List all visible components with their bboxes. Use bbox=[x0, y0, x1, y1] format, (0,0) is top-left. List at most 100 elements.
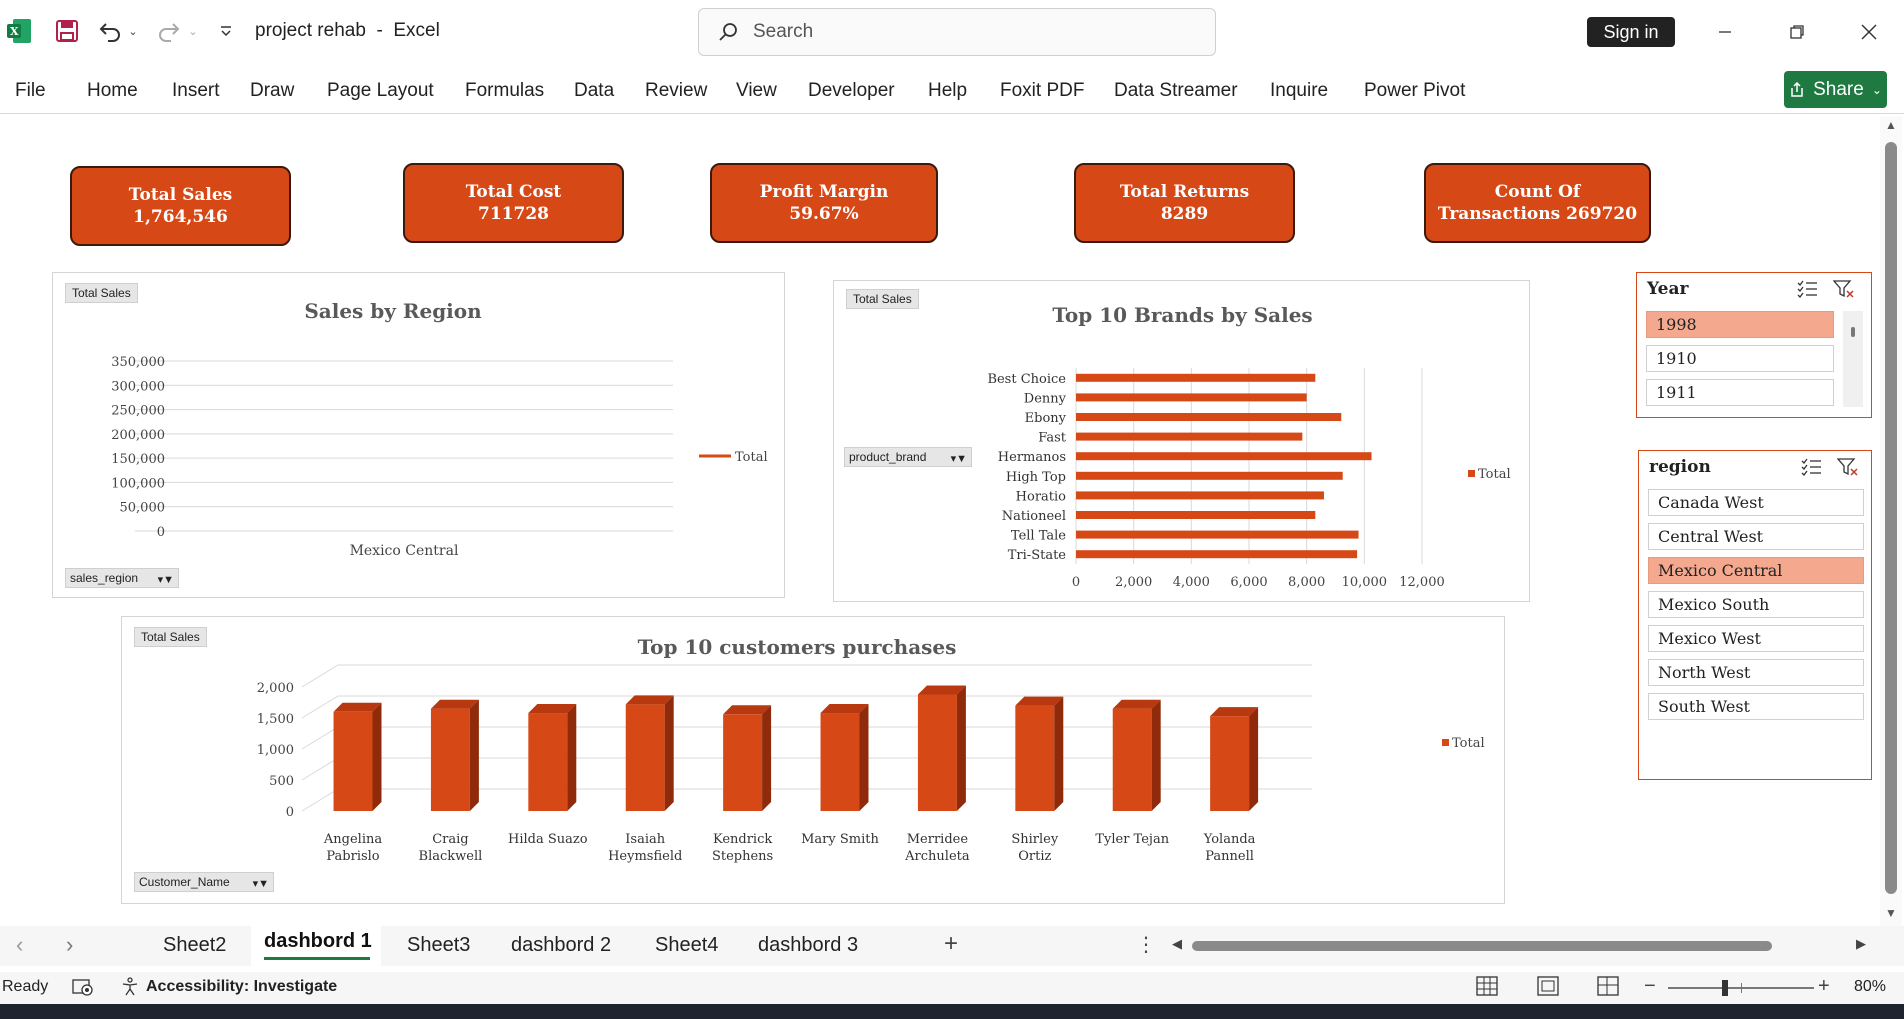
add-sheet-icon[interactable]: + bbox=[944, 930, 958, 958]
x-tick-label: 2,000 bbox=[1115, 575, 1152, 590]
slicer-item-1911[interactable]: 1911 bbox=[1646, 379, 1834, 406]
year-slicer[interactable]: Year 1998 1910 1911 bbox=[1636, 272, 1872, 418]
zoom-slider[interactable] bbox=[1668, 980, 1814, 996]
menu-page-layout[interactable]: Page Layout bbox=[327, 80, 434, 102]
menu-developer[interactable]: Developer bbox=[808, 80, 895, 102]
scroll-thumb[interactable] bbox=[1885, 142, 1897, 894]
clear-filter-icon[interactable] bbox=[1832, 279, 1857, 301]
zoom-in-icon[interactable]: + bbox=[1818, 975, 1830, 998]
zoom-out-icon[interactable]: − bbox=[1644, 975, 1656, 998]
sheet-tab-dashbord-3[interactable]: dashbord 3 bbox=[758, 934, 858, 957]
slicer-item-mexico-west[interactable]: Mexico West bbox=[1648, 625, 1864, 652]
menu-view[interactable]: View bbox=[736, 80, 777, 102]
zoom-slider-thumb[interactable] bbox=[1722, 980, 1728, 996]
undo-dropdown-icon[interactable]: ⌄ bbox=[126, 22, 140, 40]
menu-inquire[interactable]: Inquire bbox=[1270, 80, 1328, 102]
bar-side bbox=[859, 704, 869, 811]
slicer-item-mexico-central[interactable]: Mexico Central bbox=[1648, 557, 1864, 584]
x-tick-label: Heymsfield bbox=[608, 849, 682, 864]
share-label: Share bbox=[1813, 78, 1864, 100]
menu-formulas[interactable]: Formulas bbox=[465, 80, 544, 102]
menu-home[interactable]: Home bbox=[87, 80, 138, 102]
slicer-item-south-west[interactable]: South West bbox=[1648, 693, 1864, 720]
slicer-item-canada-west[interactable]: Canada West bbox=[1648, 489, 1864, 516]
app-name: Excel bbox=[393, 20, 440, 41]
scroll-thumb[interactable] bbox=[1851, 327, 1855, 337]
bar-side bbox=[1054, 696, 1064, 811]
scroll-thumb[interactable] bbox=[1192, 941, 1772, 951]
slicer-item-central-west[interactable]: Central West bbox=[1648, 523, 1864, 550]
region-slicer[interactable]: region Canada West Central West Mexico C… bbox=[1638, 450, 1872, 780]
horizontal-scrollbar[interactable]: ◀ ▶ bbox=[1170, 934, 1870, 958]
axis-field-dropdown[interactable]: Customer_Name ▾▼ bbox=[134, 872, 274, 892]
top-customers-chart[interactable]: Total Sales Top 10 customers purchases 2… bbox=[121, 616, 1505, 904]
undo-icon[interactable] bbox=[96, 16, 124, 46]
bar bbox=[528, 713, 568, 811]
bar bbox=[1076, 471, 1343, 480]
customers-plot: 2,000 1,500 1,000 500 0 Angelina Pabrislo Craig… bbox=[257, 664, 1485, 864]
menu-insert[interactable]: Insert bbox=[172, 80, 220, 102]
scroll-right-icon[interactable]: ▶ bbox=[1856, 936, 1866, 952]
sheet-tab-dashbord-1[interactable]: dashbord 1 bbox=[264, 930, 372, 953]
minimize-icon[interactable] bbox=[1705, 12, 1745, 52]
page-break-view-icon[interactable] bbox=[1597, 976, 1619, 1001]
sheet-tab-sheet4[interactable]: Sheet4 bbox=[655, 934, 718, 957]
sheet-tab-sheet3[interactable]: Sheet3 bbox=[407, 934, 470, 957]
bar bbox=[1076, 432, 1303, 441]
scroll-left-icon[interactable]: ◀ bbox=[1172, 936, 1182, 952]
sign-in-button[interactable]: Sign in bbox=[1587, 17, 1675, 47]
close-icon[interactable] bbox=[1849, 12, 1889, 52]
slicer-item-mexico-south[interactable]: Mexico South bbox=[1648, 591, 1864, 618]
search-input[interactable]: Search bbox=[698, 8, 1216, 56]
slicer-item-north-west[interactable]: North West bbox=[1648, 659, 1864, 686]
multi-select-icon[interactable] bbox=[1797, 279, 1821, 301]
zoom-level[interactable]: 80% bbox=[1854, 978, 1886, 996]
menu-foxit-pdf[interactable]: Foxit PDF bbox=[1000, 80, 1084, 102]
accessibility-status[interactable]: Accessibility: Investigate bbox=[146, 978, 337, 996]
menu-file[interactable]: File bbox=[15, 80, 46, 102]
restore-icon[interactable] bbox=[1777, 12, 1817, 52]
slicer-item-1910[interactable]: 1910 bbox=[1646, 345, 1834, 372]
slicer-scrollbar[interactable] bbox=[1843, 311, 1863, 407]
macro-recorder-icon[interactable] bbox=[72, 977, 94, 1002]
menu-data-streamer[interactable]: Data Streamer bbox=[1114, 80, 1238, 102]
y-tick-label: 300,000 bbox=[111, 379, 165, 394]
axis-field-dropdown[interactable]: sales_region ▾▼ bbox=[65, 568, 179, 588]
sheet-tab-dashbord-2[interactable]: dashbord 2 bbox=[511, 934, 611, 957]
bar bbox=[1076, 393, 1307, 402]
redo-icon[interactable] bbox=[155, 16, 183, 46]
x-tick-label: 10,000 bbox=[1342, 575, 1388, 590]
normal-view-icon[interactable] bbox=[1476, 976, 1498, 1001]
axis-field-dropdown[interactable]: product_brand ▾▼ bbox=[844, 447, 972, 467]
menu-data[interactable]: Data bbox=[574, 80, 614, 102]
next-sheet-icon[interactable]: › bbox=[66, 932, 73, 958]
scroll-up-icon[interactable]: ▲ bbox=[1885, 118, 1897, 132]
redo-dropdown-icon[interactable]: ⌄ bbox=[186, 22, 200, 40]
share-button[interactable]: Share ⌄ bbox=[1784, 71, 1887, 108]
y-tick-label: 1,000 bbox=[257, 743, 294, 758]
accessibility-icon[interactable] bbox=[120, 977, 140, 1002]
sheet-tab-sheet2[interactable]: Sheet2 bbox=[163, 934, 226, 957]
save-icon[interactable] bbox=[52, 16, 82, 46]
clear-filter-icon[interactable] bbox=[1836, 457, 1861, 479]
menu-help[interactable]: Help bbox=[928, 80, 967, 102]
vertical-scrollbar[interactable]: ▲ ▼ bbox=[1880, 116, 1902, 926]
more-options-icon[interactable]: ⋮ bbox=[1136, 932, 1156, 957]
filter-icon: ▾▼ bbox=[950, 453, 967, 465]
menu-power-pivot[interactable]: Power Pivot bbox=[1364, 80, 1465, 102]
multi-select-icon[interactable] bbox=[1801, 457, 1825, 479]
x-tick-label: Archuleta bbox=[904, 849, 970, 864]
top-brands-chart[interactable]: Total Sales Top 10 Brands by Sales 0 2,00… bbox=[833, 280, 1530, 602]
menu-draw[interactable]: Draw bbox=[250, 80, 294, 102]
zoom-center-tick bbox=[1741, 983, 1742, 993]
legend-swatch bbox=[1442, 739, 1449, 746]
x-tick-label: 0 bbox=[1072, 575, 1080, 590]
menu-review[interactable]: Review bbox=[645, 80, 707, 102]
slicer-item-1998[interactable]: 1998 bbox=[1646, 311, 1834, 338]
sales-by-region-chart[interactable]: Total Sales Sales by Region 350,000 300,0… bbox=[52, 272, 785, 598]
prev-sheet-icon[interactable]: ‹ bbox=[16, 932, 23, 958]
customize-toolbar-icon[interactable] bbox=[215, 20, 237, 42]
scroll-down-icon[interactable]: ▼ bbox=[1885, 906, 1897, 920]
y-tick-label: 2,000 bbox=[257, 681, 294, 696]
page-layout-view-icon[interactable] bbox=[1537, 976, 1559, 1001]
